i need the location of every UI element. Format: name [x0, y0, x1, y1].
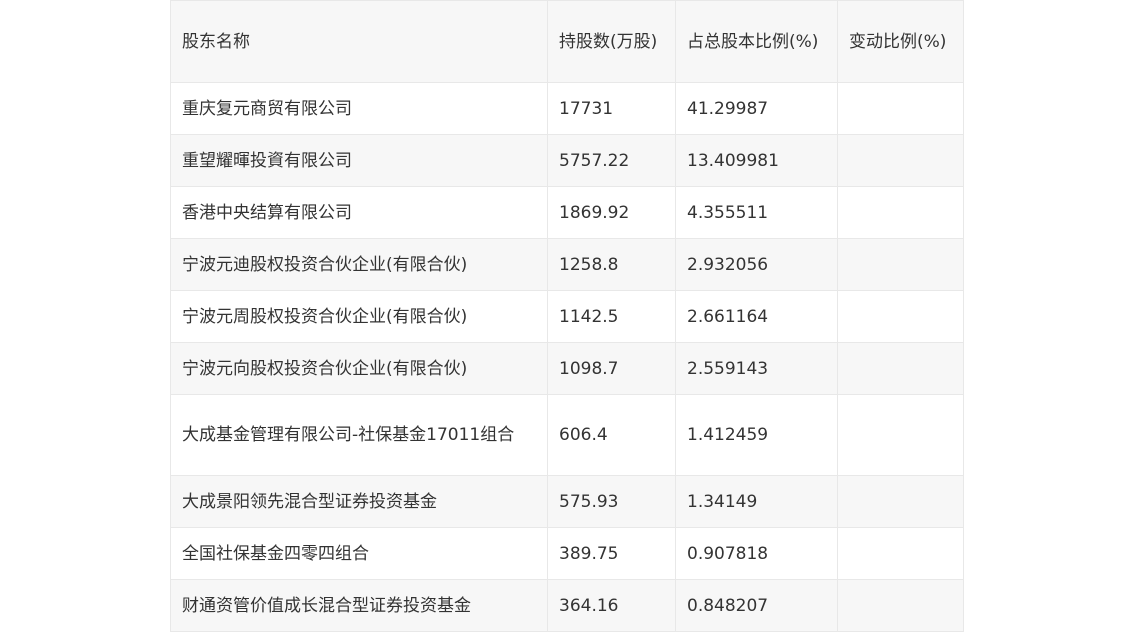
table-row: 财通资管价值成长混合型证券投资基金 364.16 0.848207	[170, 579, 964, 632]
shares-held: 17731	[547, 82, 676, 135]
share-ratio: 0.907818	[675, 527, 838, 580]
shareholder-name: 大成景阳领先混合型证券投资基金	[170, 475, 548, 528]
shareholder-name: 宁波元向股权投资合伙企业(有限合伙)	[170, 342, 548, 395]
share-ratio: 1.34149	[675, 475, 838, 528]
shares-held: 1869.92	[547, 186, 676, 239]
shares-held: 1258.8	[547, 238, 676, 291]
shareholder-name: 大成基金管理有限公司-社保基金17011组合	[170, 394, 548, 476]
share-ratio: 13.409981	[675, 134, 838, 187]
shares-held: 1142.5	[547, 290, 676, 343]
change-ratio	[837, 394, 964, 476]
change-ratio	[837, 238, 964, 291]
shares-held: 364.16	[547, 579, 676, 632]
table-row: 宁波元周股权投资合伙企业(有限合伙) 1142.5 2.661164	[170, 290, 964, 343]
table-row: 宁波元向股权投资合伙企业(有限合伙) 1098.7 2.559143	[170, 342, 964, 395]
table-row: 大成景阳领先混合型证券投资基金 575.93 1.34149	[170, 475, 964, 528]
shares-held: 606.4	[547, 394, 676, 476]
change-ratio	[837, 342, 964, 395]
shareholder-name: 香港中央结算有限公司	[170, 186, 548, 239]
change-ratio	[837, 527, 964, 580]
share-ratio: 2.661164	[675, 290, 838, 343]
share-ratio: 0.848207	[675, 579, 838, 632]
share-ratio: 41.29987	[675, 82, 838, 135]
shares-held: 389.75	[547, 527, 676, 580]
change-ratio	[837, 82, 964, 135]
change-ratio	[837, 475, 964, 528]
shareholders-table: 股东名称 持股数(万股) 占总股本比例(%) 变动比例(%) 重庆复元商贸有限公…	[170, 0, 964, 632]
share-ratio: 2.932056	[675, 238, 838, 291]
table-row: 宁波元迪股权投资合伙企业(有限合伙) 1258.8 2.932056	[170, 238, 964, 291]
share-ratio: 4.355511	[675, 186, 838, 239]
table-row: 香港中央结算有限公司 1869.92 4.355511	[170, 186, 964, 239]
change-ratio	[837, 579, 964, 632]
share-ratio: 2.559143	[675, 342, 838, 395]
header-shares-held: 持股数(万股)	[547, 0, 676, 83]
header-shareholder-name: 股东名称	[170, 0, 548, 83]
shares-held: 5757.22	[547, 134, 676, 187]
table-row: 重庆复元商贸有限公司 17731 41.29987	[170, 82, 964, 135]
header-change-ratio: 变动比例(%)	[837, 0, 964, 83]
table-row: 大成基金管理有限公司-社保基金17011组合 606.4 1.412459	[170, 394, 964, 476]
shareholder-name: 财通资管价值成长混合型证券投资基金	[170, 579, 548, 632]
shareholder-name: 宁波元迪股权投资合伙企业(有限合伙)	[170, 238, 548, 291]
change-ratio	[837, 134, 964, 187]
table-row: 重望耀暉投資有限公司 5757.22 13.409981	[170, 134, 964, 187]
shareholder-name: 重望耀暉投資有限公司	[170, 134, 548, 187]
table-header-row: 股东名称 持股数(万股) 占总股本比例(%) 变动比例(%)	[170, 0, 964, 83]
shareholder-name: 重庆复元商贸有限公司	[170, 82, 548, 135]
share-ratio: 1.412459	[675, 394, 838, 476]
shareholder-name: 宁波元周股权投资合伙企业(有限合伙)	[170, 290, 548, 343]
table-row: 全国社保基金四零四组合 389.75 0.907818	[170, 527, 964, 580]
shares-held: 575.93	[547, 475, 676, 528]
header-share-ratio: 占总股本比例(%)	[675, 0, 838, 83]
shareholder-name: 全国社保基金四零四组合	[170, 527, 548, 580]
change-ratio	[837, 186, 964, 239]
shares-held: 1098.7	[547, 342, 676, 395]
change-ratio	[837, 290, 964, 343]
